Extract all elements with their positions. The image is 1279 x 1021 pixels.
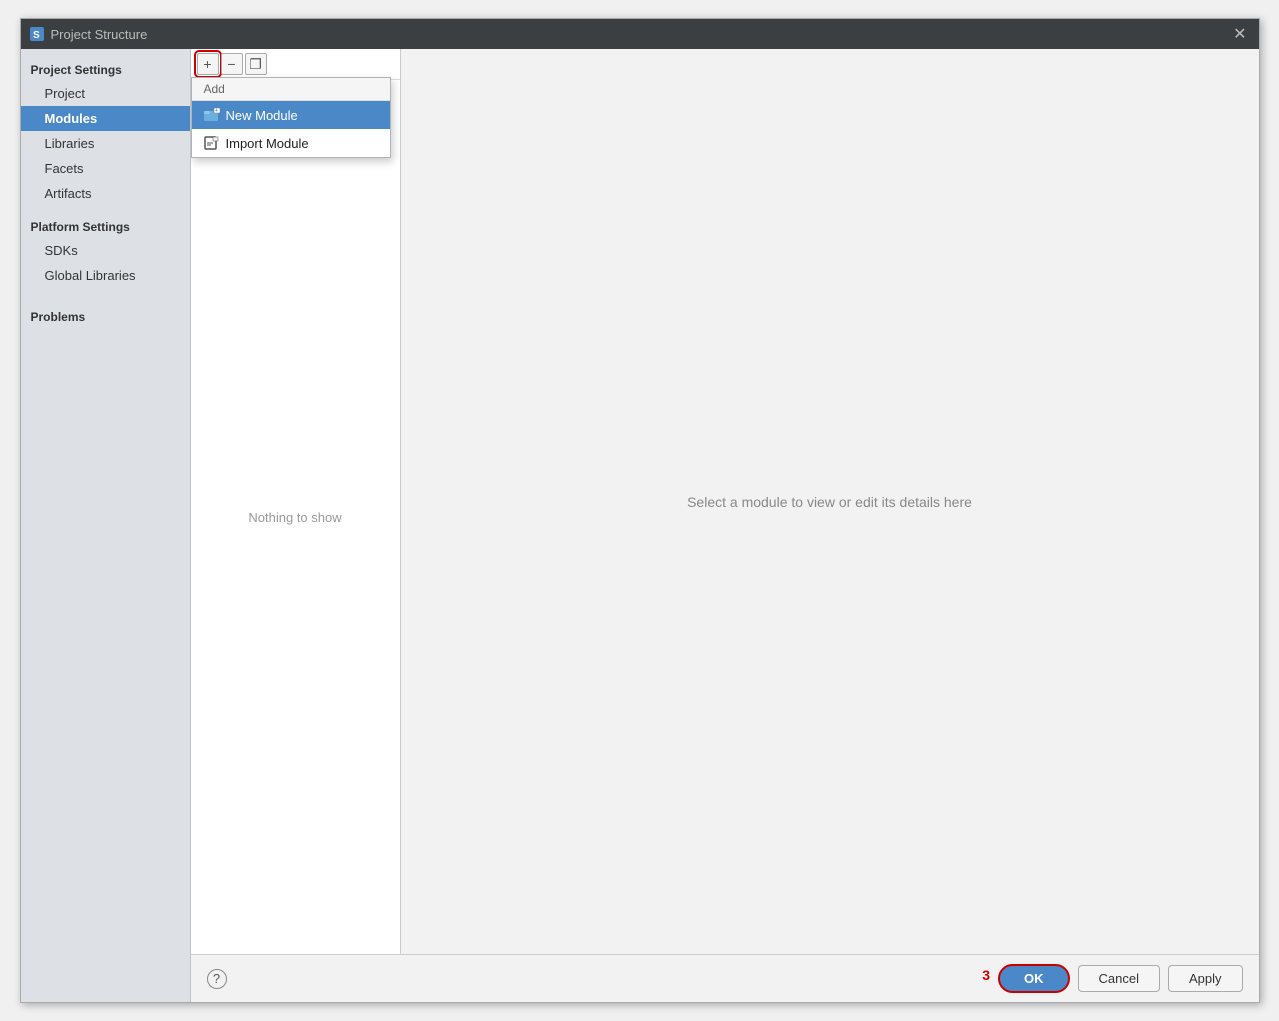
main-content: Project Settings Project Modules Librari…: [21, 49, 1259, 1002]
detail-placeholder: Select a module to view or edit its deta…: [687, 494, 972, 510]
apply-button[interactable]: Apply: [1168, 965, 1243, 992]
right-panel: 1 + − ❐ 2 Add: [191, 49, 1259, 1002]
add-module-button[interactable]: +: [197, 53, 219, 75]
step3-label: 3: [982, 967, 990, 983]
sidebar-item-sdks[interactable]: SDKs: [21, 238, 190, 263]
app-icon: S: [29, 26, 45, 42]
sidebar-item-project[interactable]: Project: [21, 81, 190, 106]
sidebar-item-artifacts[interactable]: Artifacts: [21, 181, 190, 206]
copy-icon: ❐: [249, 56, 262, 73]
plus-icon: +: [203, 56, 211, 72]
project-structure-dialog: S Project Structure ✕ Project Settings P…: [20, 18, 1260, 1003]
minus-icon: −: [227, 56, 235, 72]
sidebar-divider-2: [21, 288, 190, 296]
help-area: ?: [207, 969, 227, 989]
bottom-bar: ? 3 OK Cancel Apply: [191, 954, 1259, 1002]
dialog-title: Project Structure: [51, 27, 1230, 42]
sidebar-item-facets[interactable]: Facets: [21, 156, 190, 181]
remove-module-button[interactable]: −: [221, 53, 243, 75]
import-module-label: Import Module: [226, 136, 309, 151]
sidebar-problems-label: Problems: [21, 304, 190, 328]
new-module-icon: +: [204, 107, 220, 123]
detail-panel: Select a module to view or edit its deta…: [401, 49, 1259, 954]
module-empty-message: Nothing to show: [191, 80, 400, 954]
new-module-item[interactable]: + New Module: [192, 101, 390, 129]
svg-text:+: +: [215, 108, 218, 114]
copy-module-button[interactable]: ❐: [245, 53, 267, 75]
sidebar: Project Settings Project Modules Librari…: [21, 49, 191, 1002]
sidebar-item-global-libraries[interactable]: Global Libraries: [21, 263, 190, 288]
ok-button[interactable]: OK: [998, 964, 1070, 993]
import-module-item[interactable]: Import Module: [192, 129, 390, 157]
add-dropdown-menu: Add + New Modu: [191, 77, 391, 158]
svg-text:S: S: [33, 30, 40, 41]
module-panel: 1 + − ❐ 2 Add: [191, 49, 1259, 954]
title-bar: S Project Structure ✕: [21, 19, 1259, 49]
new-module-label: New Module: [226, 108, 298, 123]
sidebar-item-modules[interactable]: Modules: [21, 106, 190, 131]
sidebar-divider: [21, 206, 190, 214]
module-toolbar: 1 + − ❐ 2 Add: [191, 49, 400, 80]
close-button[interactable]: ✕: [1229, 22, 1250, 46]
help-button[interactable]: ?: [207, 969, 227, 989]
sidebar-item-libraries[interactable]: Libraries: [21, 131, 190, 156]
project-settings-label: Project Settings: [21, 57, 190, 81]
module-list-area: 1 + − ❐ 2 Add: [191, 49, 401, 954]
dropdown-header: Add: [192, 78, 390, 101]
platform-settings-label: Platform Settings: [21, 214, 190, 238]
import-module-icon: [204, 135, 220, 151]
cancel-button[interactable]: Cancel: [1078, 965, 1160, 992]
